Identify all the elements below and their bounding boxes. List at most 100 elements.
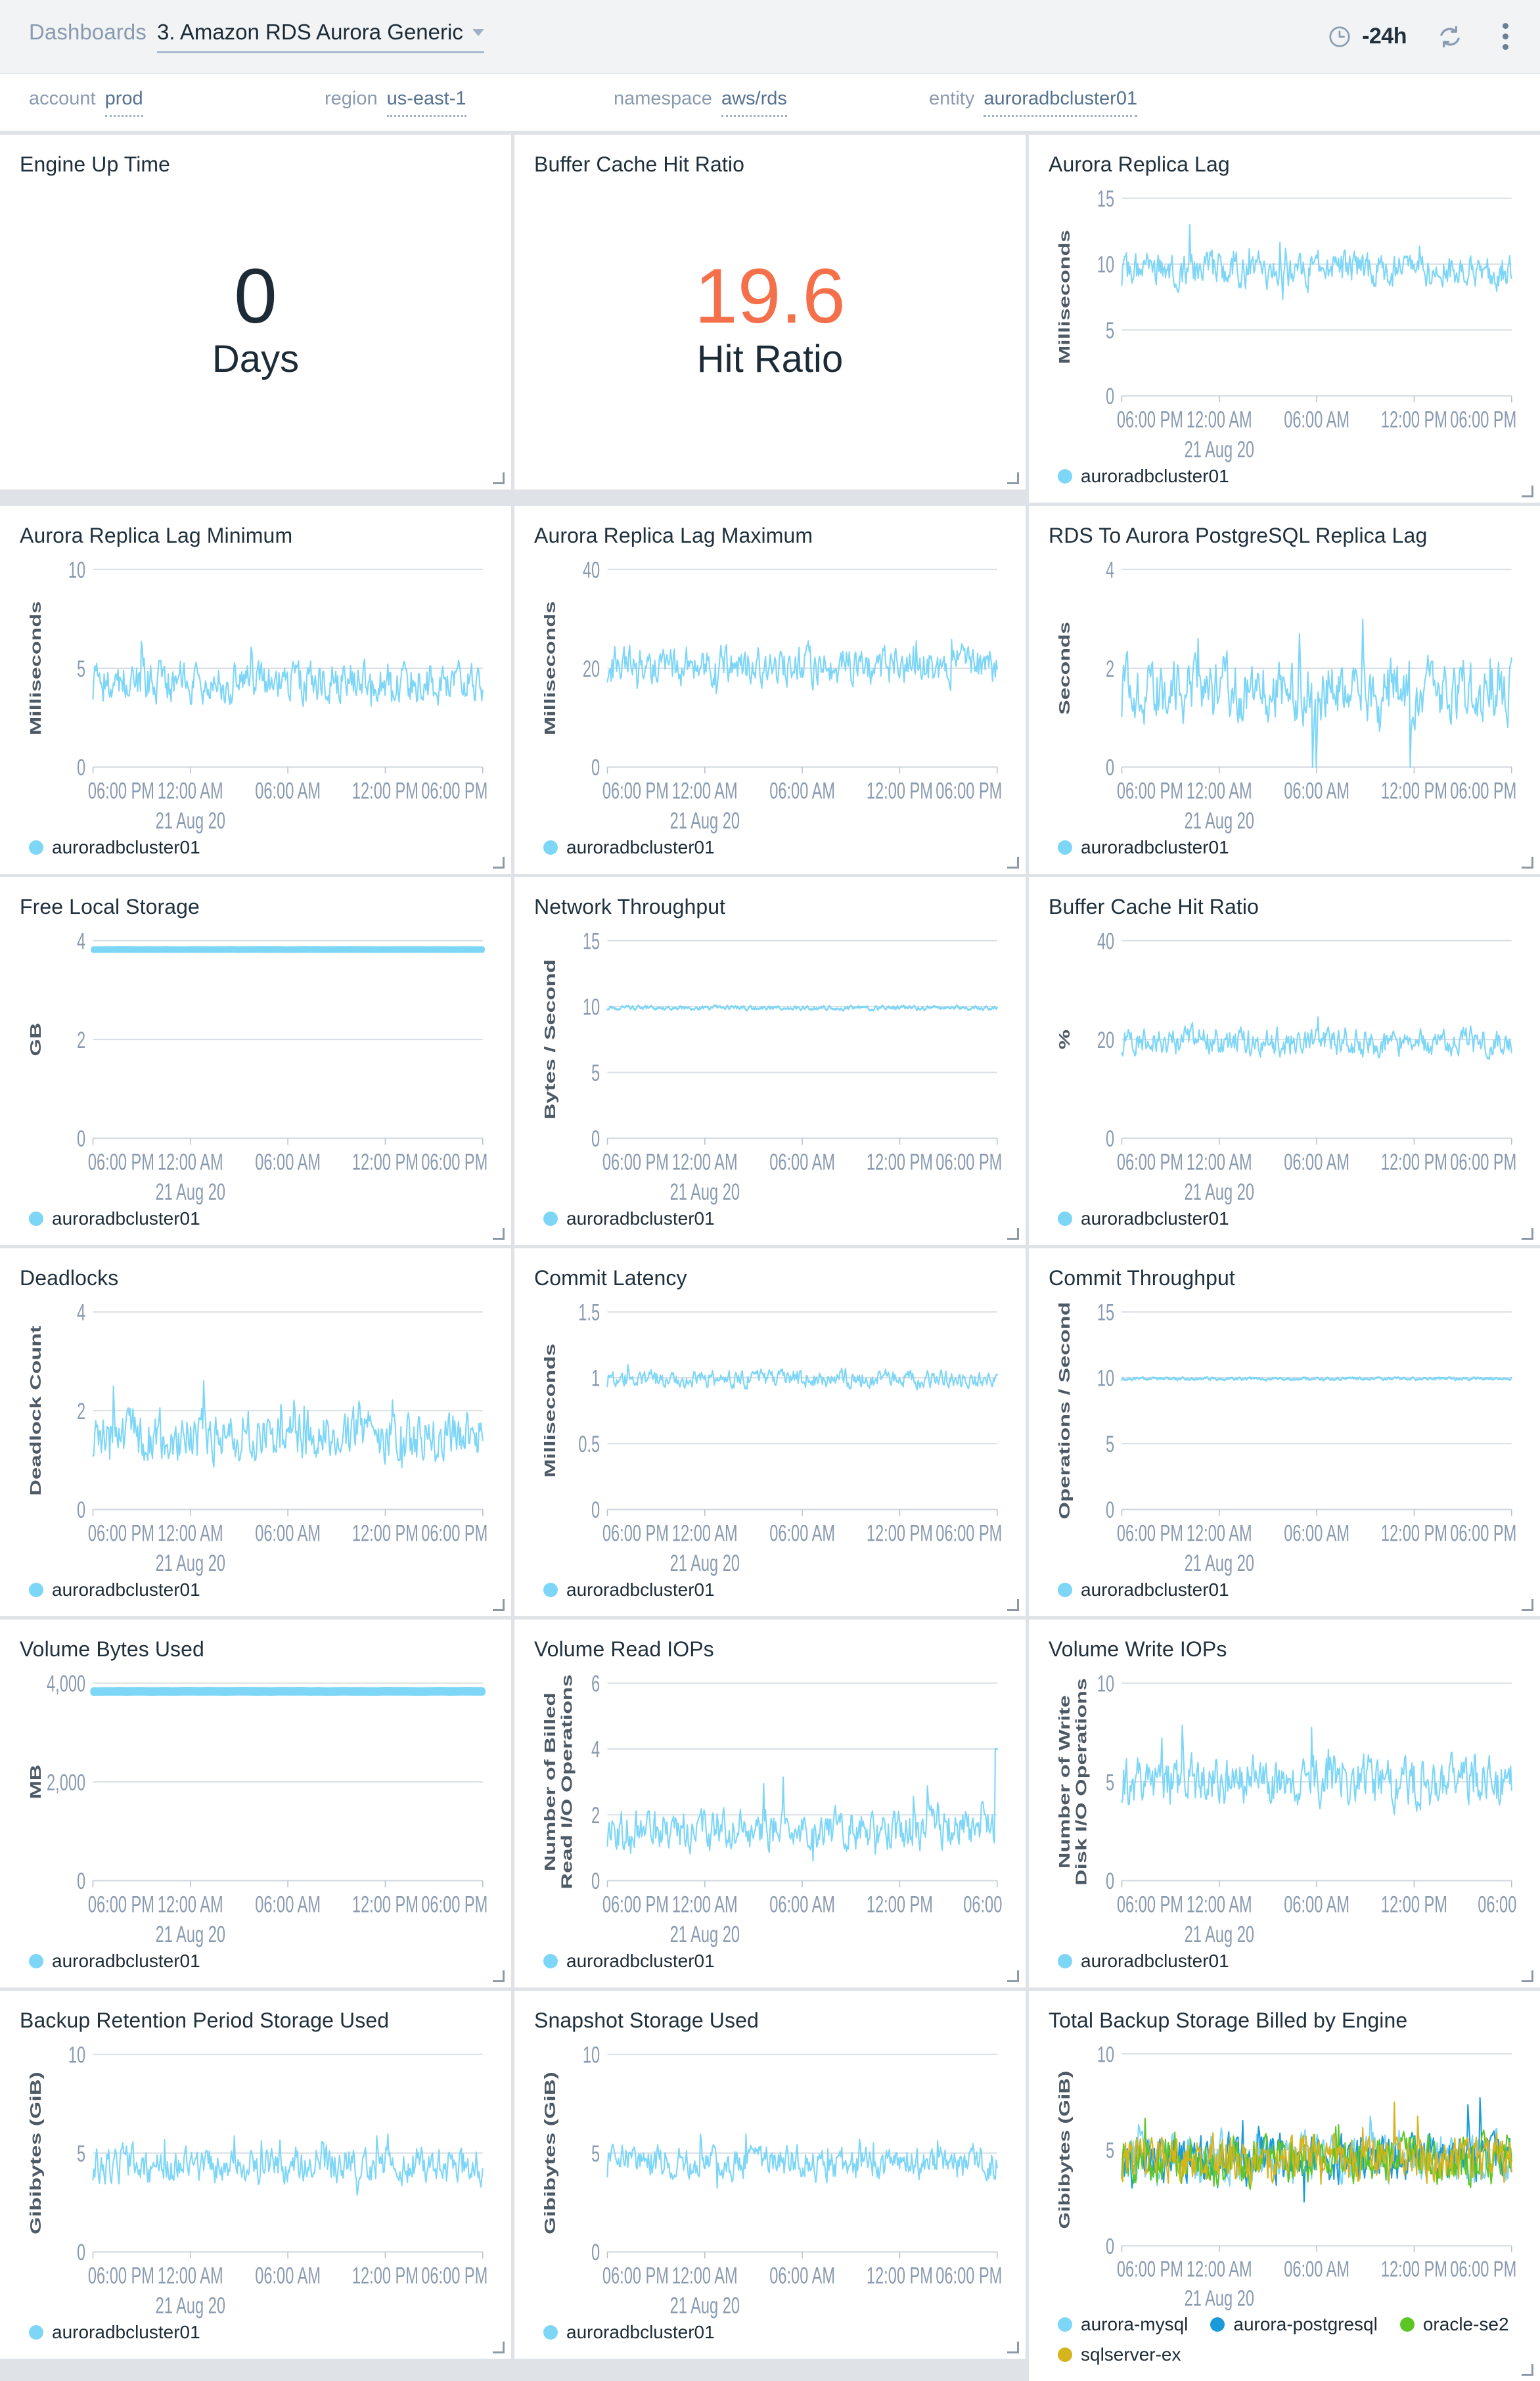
panel-resize-handle[interactable]: [493, 472, 505, 484]
filter-namespace[interactable]: namespace aws/rds: [614, 88, 929, 117]
svg-text:0: 0: [591, 2240, 600, 2266]
chart-plot-area[interactable]: 0 5 10 Gibibytes (GiB) 06:00 PM 12:00 AM 21 Au…: [1049, 2035, 1520, 2311]
panel-resize-handle[interactable]: [493, 2342, 505, 2353]
filter-region[interactable]: region us-east-1: [325, 88, 614, 117]
panel-resize-handle[interactable]: [493, 1970, 505, 1982]
legend-color-swatch: [29, 2325, 43, 2340]
legend-item[interactable]: auroradbcluster01: [543, 1579, 715, 1600]
legend-item[interactable]: auroradbcluster01: [29, 837, 200, 858]
panel-resize-handle[interactable]: [1522, 1228, 1533, 1240]
legend-item[interactable]: auroradbcluster01: [1058, 1579, 1229, 1600]
legend-item[interactable]: auroradbcluster01: [29, 1579, 200, 1600]
panel-resize-handle[interactable]: [1007, 857, 1019, 869]
chart-plot-area[interactable]: 0 2 4 GB 06:00 PM 12:00 AM 21 Aug 20 06:00 AM 12…: [20, 922, 491, 1206]
chart-plot-area[interactable]: 0 5 10 15 Operations / Second 06:00 PM 12:00 A…: [1049, 1293, 1520, 1577]
legend-item[interactable]: auroradbcluster01: [1058, 466, 1229, 487]
breadcrumb-dashboards-link[interactable]: Dashboards: [29, 20, 147, 45]
chart-plot-area[interactable]: 0 20 40 Milliseconds 06:00 PM 12:00 AM 21 Aug …: [534, 551, 1006, 834]
chevron-down-icon: [472, 29, 484, 36]
svg-text:0: 0: [1106, 384, 1114, 410]
legend-color-swatch: [29, 840, 43, 855]
filter-region-value[interactable]: us-east-1: [386, 88, 466, 117]
chart-plot-area[interactable]: 0 5 10 15 Milliseconds 06:00 PM 12:00 AM 21 Aug…: [1049, 179, 1520, 463]
chart-plot-area[interactable]: 0 20 40% 06:00 PM 12:00 AM 21 Aug 20 06:00 AM 1…: [1049, 922, 1520, 1206]
svg-text:21 Aug 20: 21 Aug 20: [1185, 2286, 1254, 2311]
filter-account-value[interactable]: prod: [104, 88, 143, 117]
svg-text:Disk I/O Operations: Disk I/O Operations: [1074, 1679, 1090, 1886]
legend-item[interactable]: auroradbcluster01: [543, 837, 715, 858]
chart-panel-volume-bytes-used: Volume Bytes Used 0 2,000 4,000 MB 06:00 PM 12…: [0, 1620, 511, 1987]
svg-text:12:00 AM: 12:00 AM: [1187, 779, 1252, 804]
refresh-icon[interactable]: [1437, 24, 1463, 50]
panel-resize-handle[interactable]: [1522, 857, 1533, 869]
svg-text:4: 4: [77, 1300, 85, 1326]
filter-entity[interactable]: entity auroradbcluster01: [929, 88, 1231, 117]
legend-item[interactable]: auroradbcluster01: [1058, 837, 1229, 858]
panel-resize-handle[interactable]: [493, 857, 505, 869]
chart-plot-area[interactable]: 0 5 10 Gibibytes (GiB) 06:00 PM 12:00 AM 21 Au…: [20, 2035, 491, 2319]
chart-plot-area[interactable]: 0 5 10 Gibibytes (GiB) 06:00 PM 12:00 AM 21 Au…: [534, 2035, 1006, 2319]
dashboard-title-selector[interactable]: 3. Amazon RDS Aurora Generic: [156, 20, 484, 53]
panel-resize-handle[interactable]: [1007, 1599, 1019, 1611]
legend-item[interactable]: auroradbcluster01: [543, 1951, 715, 1972]
time-range-picker[interactable]: -24h: [1328, 24, 1407, 49]
chart-panel-aurora-replica-lag: Aurora Replica Lag 0 5 10 15 Milliseconds 06:0…: [1029, 135, 1540, 503]
legend-item[interactable]: auroradbcluster01: [543, 1208, 715, 1229]
chart-canvas: 051015Milliseconds06:00 PM 12:00 AM21 Aug…: [1057, 187, 1517, 463]
legend-item[interactable]: oracle-se2: [1399, 2314, 1509, 2335]
legend-item[interactable]: auroradbcluster01: [29, 1951, 200, 1972]
clock-icon: [1329, 26, 1350, 47]
svg-text:1: 1: [591, 1367, 600, 1392]
panel-title: Aurora Replica Lag Minimum: [20, 524, 293, 547]
legend-item[interactable]: auroradbcluster01: [1058, 1208, 1229, 1229]
chart-canvas: 0 5 10 Number of Write Disk I/O Operations 06…: [1057, 1671, 1517, 1947]
chart-plot-area[interactable]: 0 0.5 1 1.5 Milliseconds 06:00 PM 12:00 AM 21 A…: [534, 1293, 1006, 1577]
panel-resize-handle[interactable]: [493, 1599, 505, 1611]
svg-text:06:00 AM: 06:00 AM: [255, 779, 321, 804]
svg-text:0: 0: [591, 1127, 600, 1152]
chart-plot-area[interactable]: 0 2 4 Deadlock Count 06:00 PM 12:00 AM 21 Aug …: [20, 1293, 491, 1577]
chart-plot-area[interactable]: 0 2 4 6 Number of Billed Read I/O Operations 0…: [534, 1664, 1006, 1948]
panel-resize-handle[interactable]: [1007, 2342, 1019, 2353]
legend-color-swatch: [543, 1954, 558, 1968]
svg-text:10: 10: [1097, 253, 1114, 279]
billboard-caption: Hit Ratio: [696, 337, 844, 380]
panel-resize-handle[interactable]: [1007, 1970, 1019, 1982]
legend-item[interactable]: auroradbcluster01: [29, 2322, 200, 2343]
filter-entity-label: entity: [929, 87, 975, 109]
filter-entity-value[interactable]: auroradbcluster01: [984, 88, 1138, 117]
svg-text:Deadlock Count: Deadlock Count: [28, 1326, 45, 1496]
chart-plot-area[interactable]: 0 2 4 Seconds 06:00 PM 12:00 AM 21 Aug 20 06:00…: [1049, 551, 1520, 834]
kebab-menu-icon[interactable]: [1493, 19, 1518, 54]
svg-text:12:00 PM: 12:00 PM: [1381, 407, 1447, 433]
legend-item[interactable]: aurora-postgresql: [1210, 2314, 1378, 2335]
legend-item[interactable]: auroradbcluster01: [543, 2322, 715, 2343]
filter-account[interactable]: account prod: [29, 88, 325, 117]
svg-text:06:00 PM: 06:00 PM: [936, 1521, 1002, 1547]
panel-resize-handle[interactable]: [1522, 1599, 1533, 1611]
panel-resize-handle[interactable]: [493, 1228, 505, 1240]
panel-resize-handle[interactable]: [1007, 472, 1019, 484]
chart-plot-area[interactable]: 0 2,000 4,000 MB 06:00 PM 12:00 AM 21 Aug 20 06…: [20, 1664, 491, 1948]
chart-plot-area[interactable]: 0 5 10 15 Bytes / Second 06:00 PM 12:00 AM 21 A…: [534, 922, 1006, 1206]
legend-item[interactable]: auroradbcluster01: [29, 1208, 200, 1229]
panel-title: Deadlocks: [20, 1266, 119, 1290]
chart-panel-aurora-replica-lag-maximum: Aurora Replica Lag Maximum 0 20 40 Milliseco…: [514, 506, 1026, 874]
filter-namespace-value[interactable]: aws/rds: [721, 88, 787, 117]
legend-item[interactable]: aurora-mysql: [1058, 2314, 1188, 2335]
chart-plot-area[interactable]: 0 5 10 Milliseconds 06:00 PM 12:00 AM 21 Aug 2…: [20, 551, 491, 834]
panel-resize-handle[interactable]: [1007, 1228, 1019, 1240]
svg-text:5: 5: [1106, 2139, 1114, 2164]
panel-resize-handle[interactable]: [1522, 486, 1533, 497]
legend-item[interactable]: sqlserver-ex: [1058, 2344, 1181, 2365]
svg-text:15: 15: [1097, 187, 1114, 212]
chart-canvas: 02040Milliseconds06:00 PM 12:00 AM21 Aug …: [543, 558, 1003, 834]
svg-text:06:00 PM: 06:00 PM: [421, 1150, 487, 1175]
chart-plot-area[interactable]: 0 5 10 Number of Write Disk I/O Operations 06…: [1049, 1664, 1520, 1948]
svg-text:06:00 PM: 06:00 PM: [602, 1521, 669, 1547]
legend-item[interactable]: auroradbcluster01: [1058, 1951, 1229, 1972]
panel-resize-handle[interactable]: [1522, 1970, 1533, 1982]
panel-resize-handle[interactable]: [1522, 2364, 1533, 2376]
svg-text:Milliseconds: Milliseconds: [543, 1344, 559, 1478]
svg-text:12:00 AM: 12:00 AM: [1187, 1150, 1252, 1175]
